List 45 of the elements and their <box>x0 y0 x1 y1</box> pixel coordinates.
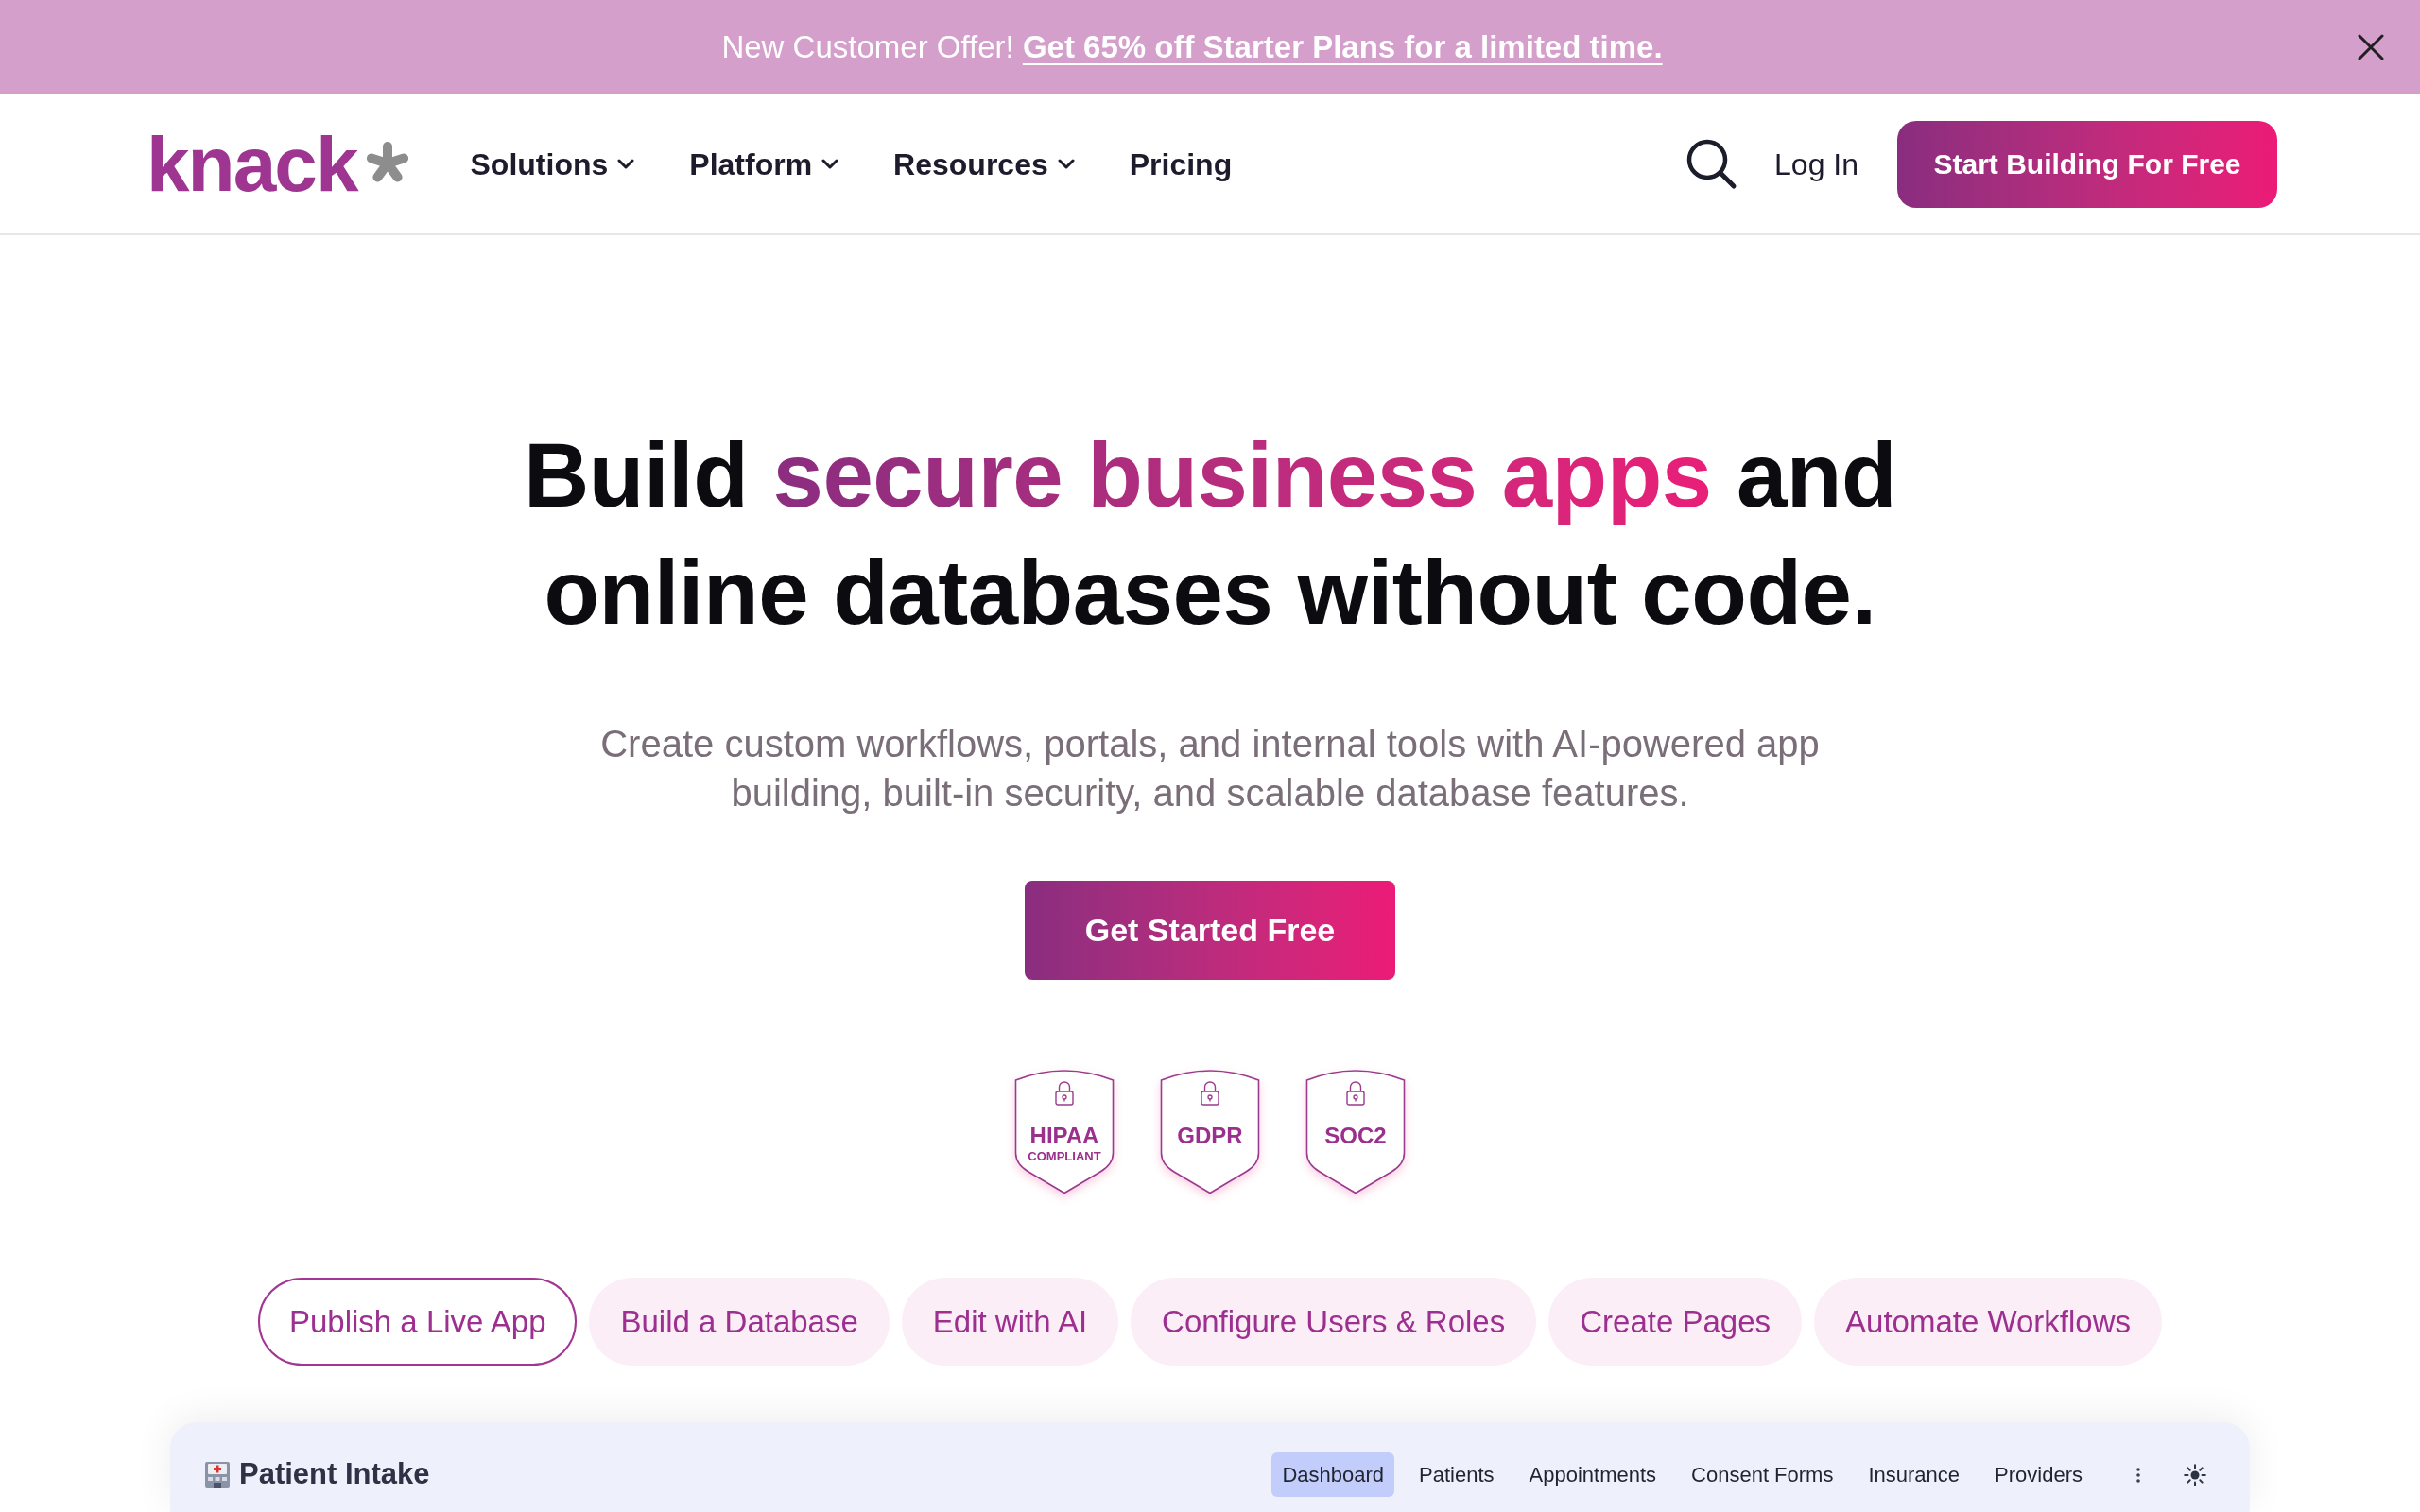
feature-tab[interactable]: Configure Users & Roles <box>1131 1278 1537 1366</box>
hero-heading: Build secure business apps and online databases without code. <box>522 423 1898 644</box>
feature-tab[interactable]: Publish a Live App <box>257 1278 578 1366</box>
search-icon <box>1686 138 1738 190</box>
login-link[interactable]: Log In <box>1774 141 1858 187</box>
asterisk-icon <box>364 140 410 183</box>
nav-link[interactable]: Pricing <box>1129 141 1233 187</box>
chevron-down-icon <box>821 159 839 169</box>
nav-link[interactable]: Platform <box>689 141 839 187</box>
app-nav-tab[interactable]: Insurance <box>1858 1452 1971 1497</box>
app-nav-tab[interactable]: Providers <box>1984 1452 2093 1497</box>
nav-link[interactable]: Resources <box>893 141 1075 187</box>
logo-text: knack <box>146 129 359 198</box>
badge-title: SOC2 <box>1324 1125 1387 1147</box>
lock-icon <box>1055 1080 1074 1106</box>
theme-toggle-button[interactable] <box>2184 1463 2206 1486</box>
close-icon <box>2358 34 2384 60</box>
lock-icon <box>1201 1080 1219 1106</box>
nav-link[interactable]: Solutions <box>470 141 635 187</box>
hospital-icon <box>203 1460 232 1489</box>
feature-tab[interactable]: Create Pages <box>1548 1278 1803 1366</box>
sun-icon <box>2184 1463 2206 1486</box>
start-building-button[interactable]: Start Building For Free <box>1897 120 2277 208</box>
chevron-down-icon <box>1057 159 1075 169</box>
feature-tab[interactable]: Build a Database <box>589 1278 890 1366</box>
feature-tab[interactable]: Automate Workflows <box>1814 1278 2163 1366</box>
hero-subheading: Create custom workflows, portals, and internal tools with AI-powered app building, built-in security, and scalable database features. <box>599 722 1821 816</box>
close-button[interactable] <box>2358 34 2384 60</box>
badge-subtitle: COMPLIANT <box>1028 1150 1101 1162</box>
feature-tab[interactable]: Edit with AI <box>901 1278 1119 1366</box>
logo-link[interactable]: knack <box>145 129 410 198</box>
app-title: Patient Intake <box>239 1456 430 1493</box>
app-nav-tab[interactable]: Patients <box>1409 1452 1505 1497</box>
badge-title: HIPAA <box>1029 1125 1099 1147</box>
search-button[interactable] <box>1686 138 1738 190</box>
chevron-down-icon <box>617 159 635 169</box>
badge-title: GDPR <box>1177 1125 1243 1147</box>
app-nav-tab[interactable]: Consent Forms <box>1681 1452 1844 1497</box>
lock-icon <box>1346 1080 1365 1106</box>
app-nav-tab[interactable]: Dashboard <box>1271 1452 1395 1497</box>
get-started-button[interactable]: Get Started Free <box>1025 881 1395 980</box>
announcement-text: New Customer Offer! Get 65% off Starter Plans for a limited time. <box>721 28 1663 67</box>
more-options-icon <box>2136 1467 2140 1483</box>
app-nav-tab[interactable]: Appointments <box>1518 1452 1668 1497</box>
more-options-button[interactable] <box>2136 1467 2140 1483</box>
